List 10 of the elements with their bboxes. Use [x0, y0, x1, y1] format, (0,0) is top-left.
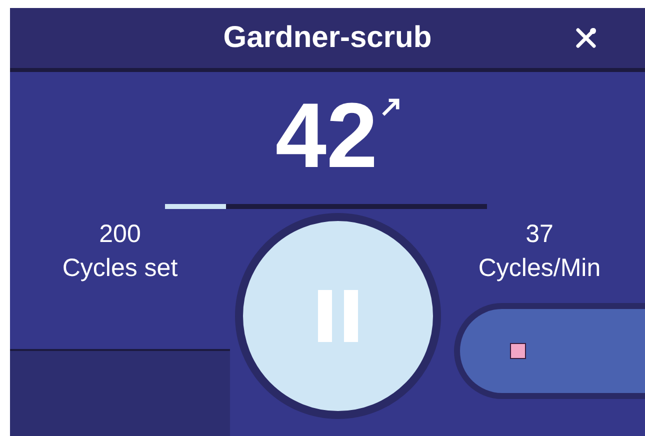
screen-title: Gardner-scrub: [223, 21, 432, 55]
cycles-set-label: Cycles set: [62, 253, 178, 284]
pause-icon: [318, 290, 358, 342]
stop-icon: [510, 343, 526, 359]
cycle-count: 42: [275, 90, 378, 182]
trend-arrow-icon: [380, 96, 402, 118]
rate-value: 37: [526, 219, 554, 250]
rate-label: Cycles/Min: [478, 253, 601, 284]
cycles-set-value: 200: [99, 219, 141, 250]
tools-icon[interactable]: [574, 26, 598, 50]
